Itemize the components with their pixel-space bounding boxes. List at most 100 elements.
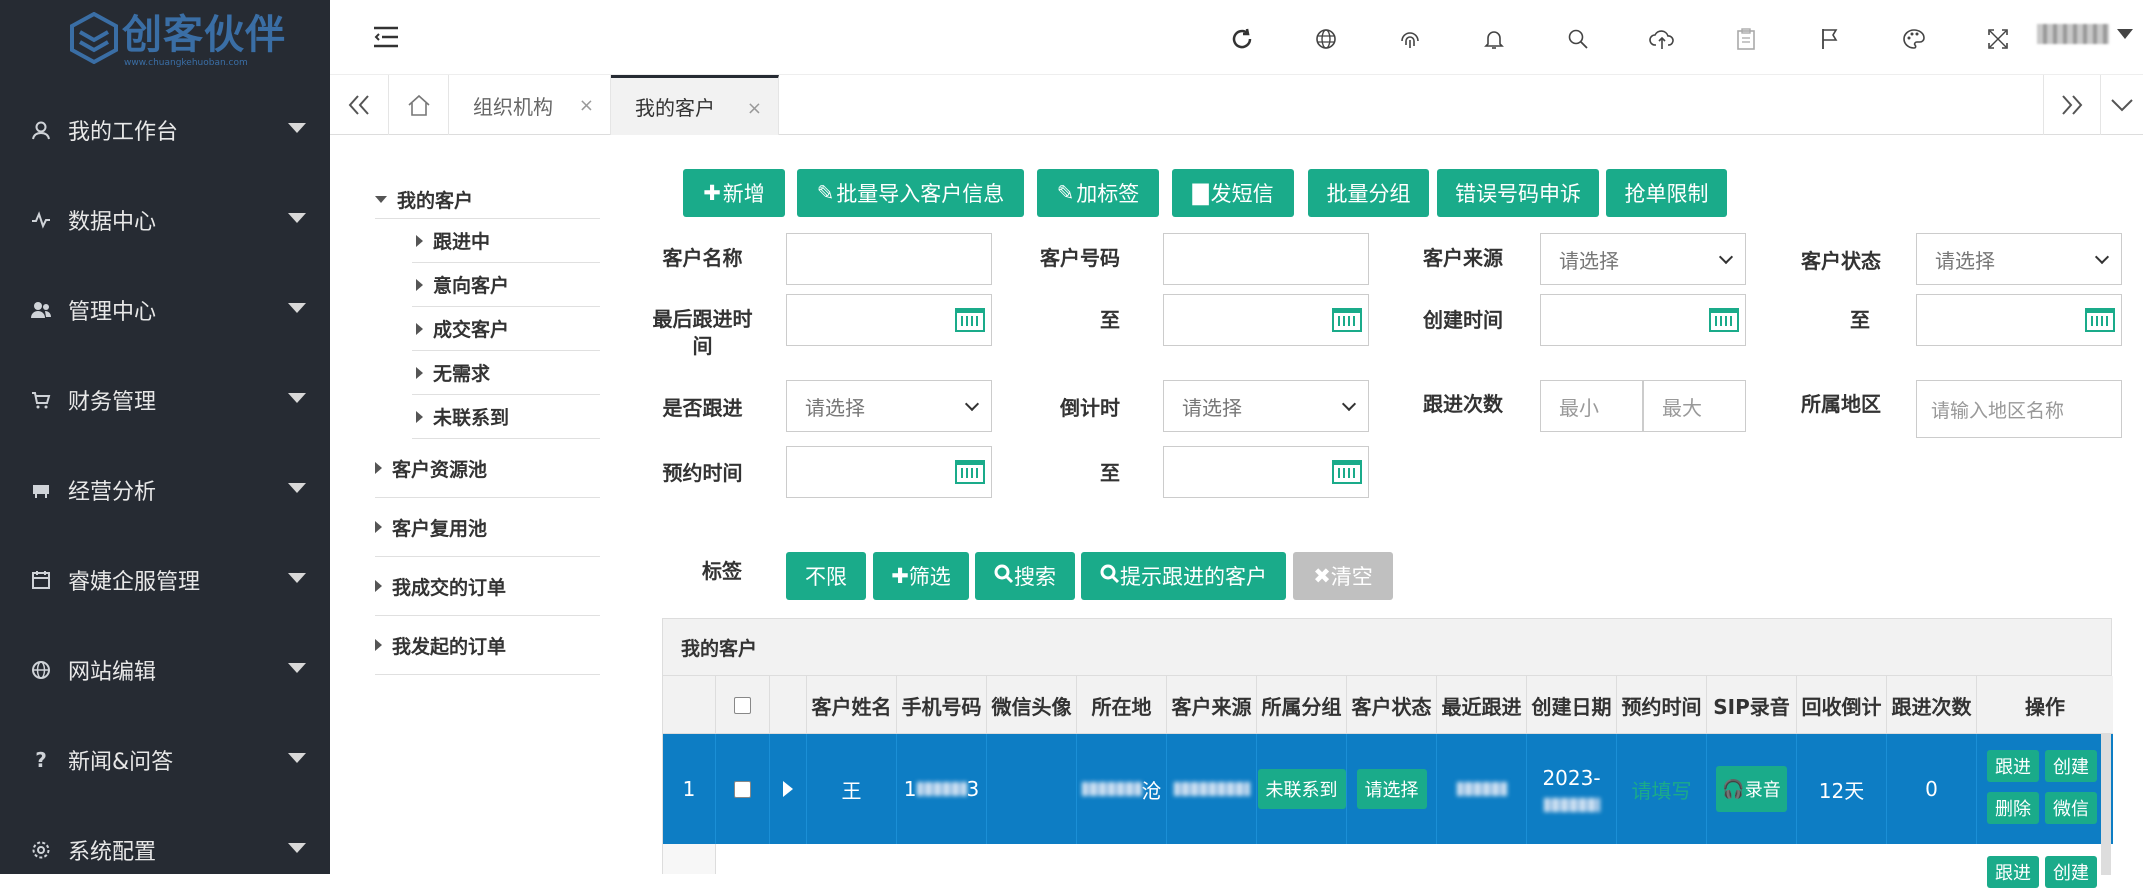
tree-item-not-contacted[interactable]: 未联系到 <box>412 395 600 439</box>
tabs-scroll-right-icon[interactable] <box>2043 75 2101 135</box>
sidebar-item-website[interactable]: 网站编辑 <box>0 625 330 715</box>
clear-button[interactable]: ✖ 清空 <box>1293 552 1393 600</box>
fingerprint-icon[interactable] <box>1368 22 1452 56</box>
caret-right-icon[interactable] <box>783 781 793 797</box>
sidebar-item-management[interactable]: 管理中心 <box>0 265 330 355</box>
tab-my-customers[interactable]: 我的客户 × <box>611 75 779 135</box>
tree-item-my-initiated[interactable]: 我发起的订单 <box>375 616 600 675</box>
sidebar-item-enterprise[interactable]: 睿婕企服管理 <box>0 535 330 625</box>
grid-scrollbar[interactable] <box>2101 734 2111 875</box>
header-group[interactable]: 所属分组 <box>1257 676 1347 734</box>
follow-button[interactable]: 跟进 <box>1987 750 2039 782</box>
last-follow-start-input[interactable] <box>786 294 992 346</box>
customer-phone-input[interactable] <box>1163 233 1369 285</box>
tree-item-no-need[interactable]: 无需求 <box>412 351 600 395</box>
flag-icon[interactable] <box>1788 22 1872 56</box>
header-recycle-countdown[interactable]: 回收倒计 <box>1797 676 1887 734</box>
row-checkbox[interactable] <box>734 780 751 798</box>
customer-status-select[interactable]: 请选择 <box>1916 233 2122 285</box>
sidebar-item-finance[interactable]: 财务管理 <box>0 355 330 445</box>
calendar-icon[interactable] <box>1332 460 1362 484</box>
calendar-icon[interactable] <box>1332 308 1362 332</box>
tree-item-my-deals[interactable]: 我成交的订单 <box>375 557 600 616</box>
header-source[interactable]: 客户来源 <box>1167 676 1257 734</box>
tree-item-reuse-pool[interactable]: 客户复用池 <box>375 498 600 557</box>
send-sms-button[interactable]: ▇ 发短信 <box>1172 169 1294 217</box>
tree-item-following[interactable]: 跟进中 <box>412 219 600 263</box>
header-created-date[interactable]: 创建日期 <box>1527 676 1617 734</box>
home-icon[interactable] <box>389 75 449 135</box>
wrong-number-appeal-button[interactable]: 错误号码申诉 <box>1437 169 1599 217</box>
table-row[interactable]: 1 王 13 沧 未联系到 请选择 2023- 请填写 🎧 录音 12天 0 跟进… <box>663 734 2113 844</box>
header-last-follow[interactable]: 最近跟进 <box>1437 676 1527 734</box>
sidebar-item-settings[interactable]: 系统配置 <box>0 805 330 895</box>
sidebar-item-workbench[interactable]: 我的工作台 <box>0 85 330 175</box>
bell-icon[interactable] <box>1452 22 1536 56</box>
cell-appointment[interactable]: 请填写 <box>1617 734 1707 844</box>
close-icon[interactable]: × <box>747 98 762 119</box>
header-appointment[interactable]: 预约时间 <box>1617 676 1707 734</box>
create-button[interactable]: 创建 <box>2045 750 2097 782</box>
header-location[interactable]: 所在地 <box>1077 676 1167 734</box>
is-follow-select[interactable]: 请选择 <box>786 380 992 432</box>
add-button[interactable]: ✚ 新增 <box>683 169 785 217</box>
header-follow-count[interactable]: 跟进次数 <box>1887 676 1977 734</box>
appointment-end-input[interactable] <box>1163 446 1369 498</box>
created-end-input[interactable] <box>1916 294 2122 346</box>
follow-count-max-input[interactable]: 最大 <box>1643 380 1746 432</box>
region-input[interactable]: 请输入地区名称 <box>1916 380 2122 438</box>
last-follow-end-input[interactable] <box>1163 294 1369 346</box>
create-button[interactable]: 创建 <box>2045 856 2097 888</box>
tree-item-deal[interactable]: 成交客户 <box>412 307 600 351</box>
sidebar-item-analysis[interactable]: 经营分析 <box>0 445 330 535</box>
header-wechat-avatar[interactable]: 微信头像 <box>987 676 1077 734</box>
tab-org[interactable]: 组织机构 × <box>449 75 611 135</box>
tree-root-my-customers[interactable]: 我的客户 <box>375 180 600 219</box>
user-menu[interactable] <box>2037 24 2133 44</box>
header-name[interactable]: 客户姓名 <box>807 676 897 734</box>
calendar-icon[interactable] <box>955 460 985 484</box>
customer-source-select[interactable]: 请选择 <box>1540 233 1746 285</box>
tree-item-resource-pool[interactable]: 客户资源池 <box>375 439 600 498</box>
select-all-checkbox[interactable] <box>734 696 751 714</box>
sidebar-item-news[interactable]: ? 新闻&问答 <box>0 715 330 805</box>
table-row[interactable]: 跟进 创建 <box>663 844 2113 888</box>
tree-item-intent[interactable]: 意向客户 <box>412 263 600 307</box>
unlimited-button[interactable]: 不限 <box>786 552 866 600</box>
status-select[interactable]: 请选择 <box>1356 769 1427 809</box>
prompt-follow-button[interactable]: 提示跟进的客户 <box>1081 552 1286 600</box>
brand-logo[interactable]: 创客伙伴 www.chuangkehuoban.com <box>70 8 285 70</box>
menu-toggle-icon[interactable] <box>374 26 398 48</box>
filter-button[interactable]: ✚ 筛选 <box>873 552 969 600</box>
grab-limit-button[interactable]: 抢单限制 <box>1606 169 1727 217</box>
created-start-input[interactable] <box>1540 294 1746 346</box>
customer-name-input[interactable] <box>786 233 992 285</box>
header-phone[interactable]: 手机号码 <box>897 676 987 734</box>
batch-group-button[interactable]: 批量分组 <box>1308 169 1429 217</box>
close-icon[interactable]: × <box>579 95 594 116</box>
header-status[interactable]: 客户状态 <box>1347 676 1437 734</box>
add-tag-button[interactable]: ✎ 加标签 <box>1037 169 1159 217</box>
batch-import-button[interactable]: ✎ 批量导入客户信息 <box>797 169 1024 217</box>
countdown-select[interactable]: 请选择 <box>1163 380 1369 432</box>
refresh-icon[interactable] <box>1200 22 1284 56</box>
follow-button[interactable]: 跟进 <box>1987 856 2039 888</box>
calendar-icon[interactable] <box>2085 308 2115 332</box>
palette-icon[interactable] <box>1872 22 1956 56</box>
group-tag[interactable]: 未联系到 <box>1257 769 1346 809</box>
calendar-icon[interactable] <box>955 308 985 332</box>
wechat-button[interactable]: 微信 <box>2045 792 2097 824</box>
cloud-upload-icon[interactable] <box>1620 22 1704 56</box>
appointment-start-input[interactable] <box>786 446 992 498</box>
search-button[interactable]: 搜索 <box>975 552 1075 600</box>
recording-button[interactable]: 🎧 录音 <box>1716 766 1787 812</box>
clipboard-icon[interactable] <box>1704 22 1788 56</box>
globe-icon[interactable] <box>1284 22 1368 56</box>
tabs-menu-chevron-icon[interactable] <box>2101 75 2143 135</box>
follow-count-min-input[interactable]: 最小 <box>1540 380 1643 432</box>
fullscreen-icon[interactable] <box>1956 22 2040 56</box>
search-icon[interactable] <box>1536 22 1620 56</box>
tabs-scroll-left-icon[interactable] <box>330 75 389 135</box>
header-sip-recording[interactable]: SIP录音 <box>1707 676 1797 734</box>
calendar-icon[interactable] <box>1709 308 1739 332</box>
